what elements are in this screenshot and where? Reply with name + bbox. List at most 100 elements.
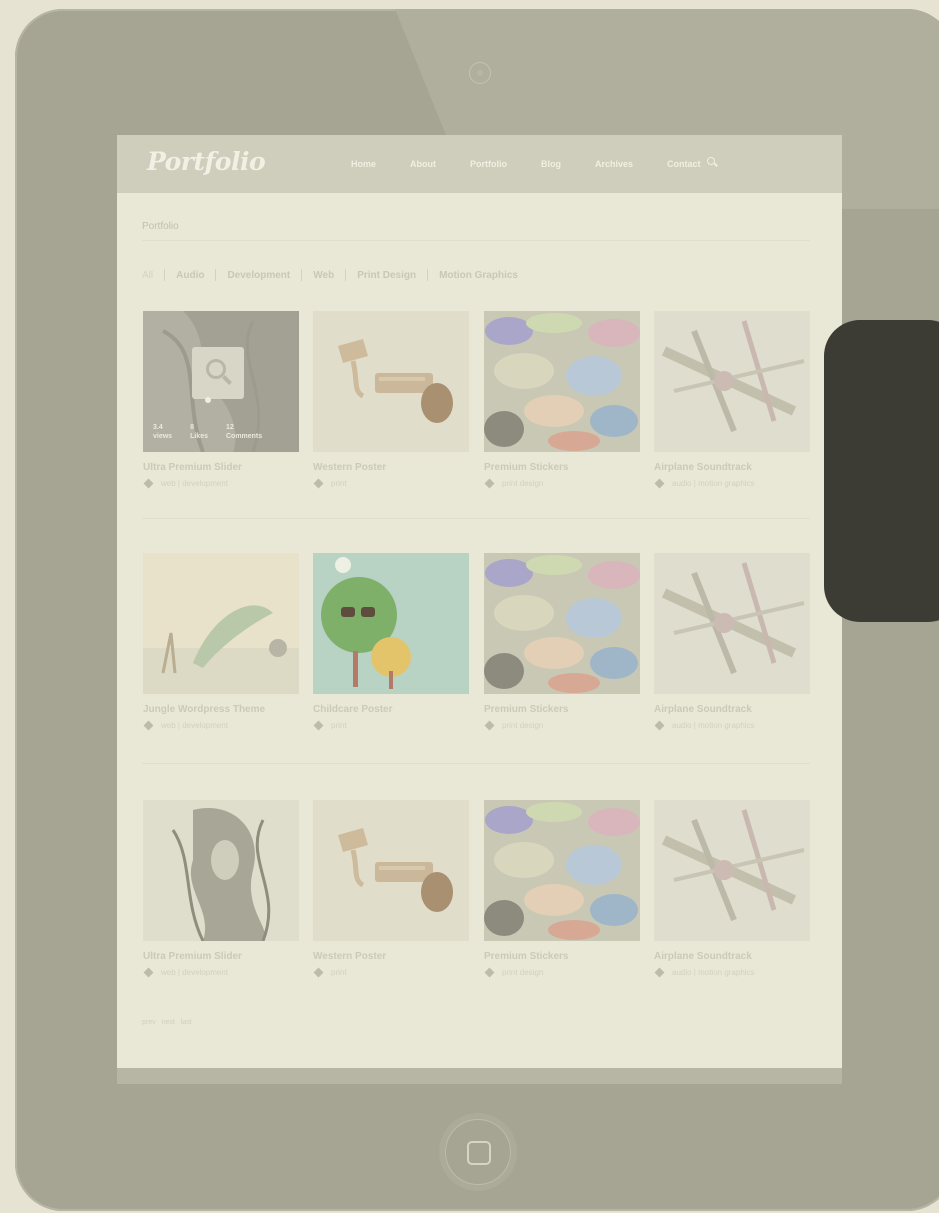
tag-icon xyxy=(313,720,324,731)
nav-blog[interactable]: Blog xyxy=(541,159,561,169)
portfolio-item[interactable]: Premium Stickers print design xyxy=(484,553,640,731)
site-logo[interactable]: Portfolio xyxy=(147,147,266,176)
portfolio-item[interactable]: Airplane Soundtrack audio | motion graph… xyxy=(654,553,810,731)
item-tags: web | development xyxy=(143,967,299,978)
divider xyxy=(215,269,217,281)
portfolio-thumbnail[interactable] xyxy=(313,311,469,452)
nav-contact[interactable]: Contact xyxy=(667,159,701,169)
stickers-collage-image xyxy=(484,553,640,694)
item-tags: print xyxy=(313,967,469,978)
stat-views: 3.4 views xyxy=(153,424,173,440)
portfolio-item[interactable]: Premium Stickers print design xyxy=(484,311,640,489)
magnifier-icon[interactable] xyxy=(192,347,244,399)
tag-icon xyxy=(654,967,665,978)
item-title[interactable]: Jungle Wordpress Theme xyxy=(143,704,299,715)
portfolio-thumbnail[interactable] xyxy=(654,311,810,452)
item-tags: print design xyxy=(484,720,640,731)
portfolio-filters: All Audio Development Web Print Design M… xyxy=(142,269,518,281)
portfolio-item[interactable]: Ultra Premium Slider web | development xyxy=(143,800,299,978)
item-tags: audio | motion graphics xyxy=(654,720,810,731)
portfolio-thumbnail[interactable] xyxy=(484,800,640,941)
item-title[interactable]: Western Poster xyxy=(313,951,469,962)
filter-development[interactable]: Development xyxy=(227,270,290,281)
item-tags: print xyxy=(313,720,469,731)
pagination-next[interactable]: next xyxy=(162,1019,175,1026)
item-title[interactable]: Ultra Premium Slider xyxy=(143,951,299,962)
indicator-dot xyxy=(205,397,211,403)
pagination: prev next last xyxy=(142,1019,198,1026)
portfolio-thumbnail[interactable] xyxy=(313,800,469,941)
filter-web[interactable]: Web xyxy=(313,270,334,281)
portfolio-item[interactable]: Airplane Soundtrack audio | motion graph… xyxy=(654,311,810,489)
sketch-portrait-image xyxy=(143,800,299,941)
item-title[interactable]: Airplane Soundtrack xyxy=(654,704,810,715)
page-title: Portfolio xyxy=(142,221,179,232)
filter-motion-graphics[interactable]: Motion Graphics xyxy=(439,270,518,281)
pagination-prev[interactable]: prev xyxy=(142,1019,156,1026)
pistol-poster-image xyxy=(313,311,469,452)
tag-icon xyxy=(654,720,665,731)
jungle-theme-image xyxy=(143,553,299,694)
item-title[interactable]: Ultra Premium Slider xyxy=(143,462,299,473)
divider xyxy=(301,269,303,281)
filter-audio[interactable]: Audio xyxy=(176,270,204,281)
portfolio-item[interactable]: Western Poster print xyxy=(313,800,469,978)
childcare-poster-image xyxy=(313,553,469,694)
portfolio-thumbnail[interactable] xyxy=(484,553,640,694)
tag-icon xyxy=(484,478,495,489)
divider xyxy=(142,518,810,519)
divider xyxy=(345,269,347,281)
portfolio-thumbnail[interactable] xyxy=(143,800,299,941)
item-title[interactable]: Airplane Soundtrack xyxy=(654,462,810,473)
item-tags: print xyxy=(313,478,469,489)
tablet-screen: Portfolio Home About Portfolio Blog Arch… xyxy=(117,135,842,1083)
stat-likes: 8 Likes xyxy=(190,424,208,440)
main-nav: Home About Portfolio Blog Archives Conta… xyxy=(351,159,735,169)
filter-print-design[interactable]: Print Design xyxy=(357,270,416,281)
item-tags: web | development xyxy=(143,478,299,489)
item-title[interactable]: Childcare Poster xyxy=(313,704,469,715)
portfolio-item[interactable]: Airplane Soundtrack audio | motion graph… xyxy=(654,800,810,978)
portfolio-thumbnail[interactable] xyxy=(484,311,640,452)
item-tags: print design xyxy=(484,967,640,978)
tag-icon xyxy=(143,478,154,489)
stickers-collage-image xyxy=(484,800,640,941)
portfolio-item[interactable]: Jungle Wordpress Theme web | development xyxy=(143,553,299,731)
tag-icon xyxy=(143,720,154,731)
nav-home[interactable]: Home xyxy=(351,159,376,169)
tag-icon xyxy=(143,967,154,978)
pistol-poster-image xyxy=(313,800,469,941)
item-title[interactable]: Premium Stickers xyxy=(484,951,640,962)
portfolio-thumbnail[interactable] xyxy=(313,553,469,694)
divider xyxy=(142,240,810,241)
tag-icon xyxy=(654,478,665,489)
nav-archives[interactable]: Archives xyxy=(595,159,633,169)
screen-bottom-bar xyxy=(117,1068,842,1084)
item-tags: print design xyxy=(484,478,640,489)
tag-icon xyxy=(313,967,324,978)
stat-comments: 12 Comments xyxy=(225,424,263,440)
portfolio-thumbnail[interactable] xyxy=(654,800,810,941)
nav-about[interactable]: About xyxy=(410,159,436,169)
item-title[interactable]: Premium Stickers xyxy=(484,704,640,715)
stickers-collage-image xyxy=(484,311,640,452)
portfolio-item[interactable]: Childcare Poster print xyxy=(313,553,469,731)
divider xyxy=(164,269,166,281)
portfolio-thumbnail[interactable] xyxy=(143,553,299,694)
filter-all[interactable]: All xyxy=(142,270,153,281)
portfolio-item[interactable]: 3.4 views 8 Likes 12 Comments Ultra Premium… xyxy=(143,311,299,489)
portfolio-thumbnail[interactable]: 3.4 views 8 Likes 12 Comments xyxy=(143,311,299,452)
item-tags: audio | motion graphics xyxy=(654,478,810,489)
home-button[interactable] xyxy=(445,1119,511,1185)
side-panel[interactable] xyxy=(824,320,939,622)
item-title[interactable]: Airplane Soundtrack xyxy=(654,951,810,962)
nav-portfolio[interactable]: Portfolio xyxy=(470,159,507,169)
pagination-last[interactable]: last xyxy=(181,1019,192,1026)
search-icon[interactable] xyxy=(707,157,717,167)
item-title[interactable]: Western Poster xyxy=(313,462,469,473)
item-title[interactable]: Premium Stickers xyxy=(484,462,640,473)
portfolio-item[interactable]: Premium Stickers print design xyxy=(484,800,640,978)
portfolio-thumbnail[interactable] xyxy=(654,553,810,694)
tag-icon xyxy=(313,478,324,489)
portfolio-item[interactable]: Western Poster print xyxy=(313,311,469,489)
